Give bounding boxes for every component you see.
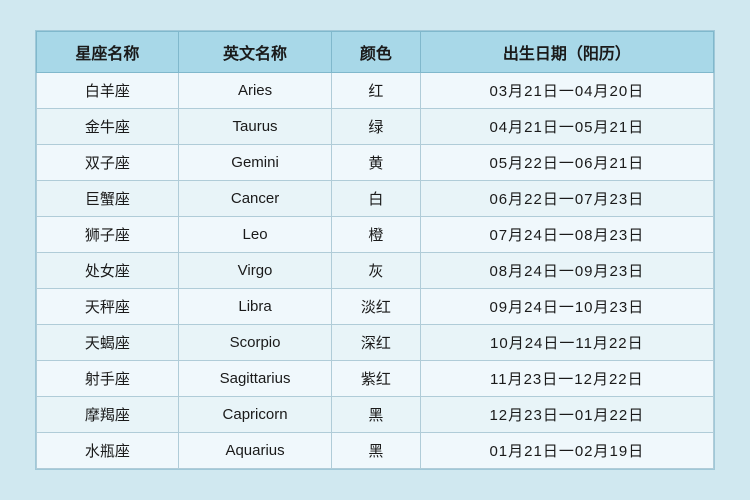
- table-header-row: 星座名称 英文名称 颜色 出生日期（阳历）: [37, 32, 714, 73]
- table-row: 摩羯座Capricorn黑12月23日一01月22日: [37, 397, 714, 433]
- cell-chinese-name: 天秤座: [37, 289, 179, 325]
- cell-chinese-name: 狮子座: [37, 217, 179, 253]
- cell-english-name: Aquarius: [178, 433, 331, 469]
- cell-chinese-name: 摩羯座: [37, 397, 179, 433]
- zodiac-table: 星座名称 英文名称 颜色 出生日期（阳历） 白羊座Aries红03月21日一04…: [36, 31, 714, 469]
- cell-date: 03月21日一04月20日: [420, 73, 713, 109]
- header-date: 出生日期（阳历）: [420, 32, 713, 73]
- cell-color: 紫红: [332, 361, 420, 397]
- cell-chinese-name: 处女座: [37, 253, 179, 289]
- cell-date: 01月21日一02月19日: [420, 433, 713, 469]
- header-chinese-name: 星座名称: [37, 32, 179, 73]
- zodiac-table-container: 星座名称 英文名称 颜色 出生日期（阳历） 白羊座Aries红03月21日一04…: [35, 30, 715, 470]
- table-body: 白羊座Aries红03月21日一04月20日金牛座Taurus绿04月21日一0…: [37, 73, 714, 469]
- table-row: 白羊座Aries红03月21日一04月20日: [37, 73, 714, 109]
- table-row: 狮子座Leo橙07月24日一08月23日: [37, 217, 714, 253]
- cell-english-name: Libra: [178, 289, 331, 325]
- table-row: 射手座Sagittarius紫红11月23日一12月22日: [37, 361, 714, 397]
- cell-chinese-name: 射手座: [37, 361, 179, 397]
- table-row: 金牛座Taurus绿04月21日一05月21日: [37, 109, 714, 145]
- cell-date: 07月24日一08月23日: [420, 217, 713, 253]
- cell-english-name: Leo: [178, 217, 331, 253]
- cell-color: 灰: [332, 253, 420, 289]
- cell-chinese-name: 天蝎座: [37, 325, 179, 361]
- cell-date: 10月24日一11月22日: [420, 325, 713, 361]
- cell-date: 06月22日一07月23日: [420, 181, 713, 217]
- table-row: 水瓶座Aquarius黑01月21日一02月19日: [37, 433, 714, 469]
- header-english-name: 英文名称: [178, 32, 331, 73]
- cell-english-name: Capricorn: [178, 397, 331, 433]
- cell-color: 红: [332, 73, 420, 109]
- cell-date: 05月22日一06月21日: [420, 145, 713, 181]
- cell-date: 12月23日一01月22日: [420, 397, 713, 433]
- table-row: 天秤座Libra淡红09月24日一10月23日: [37, 289, 714, 325]
- table-row: 天蝎座Scorpio深红10月24日一11月22日: [37, 325, 714, 361]
- cell-english-name: Cancer: [178, 181, 331, 217]
- cell-color: 淡红: [332, 289, 420, 325]
- cell-english-name: Scorpio: [178, 325, 331, 361]
- cell-english-name: Virgo: [178, 253, 331, 289]
- cell-chinese-name: 白羊座: [37, 73, 179, 109]
- table-row: 巨蟹座Cancer白06月22日一07月23日: [37, 181, 714, 217]
- cell-english-name: Taurus: [178, 109, 331, 145]
- cell-color: 橙: [332, 217, 420, 253]
- cell-chinese-name: 水瓶座: [37, 433, 179, 469]
- cell-date: 08月24日一09月23日: [420, 253, 713, 289]
- table-row: 处女座Virgo灰08月24日一09月23日: [37, 253, 714, 289]
- cell-date: 11月23日一12月22日: [420, 361, 713, 397]
- cell-english-name: Sagittarius: [178, 361, 331, 397]
- cell-color: 深红: [332, 325, 420, 361]
- cell-color: 黑: [332, 433, 420, 469]
- cell-chinese-name: 双子座: [37, 145, 179, 181]
- cell-english-name: Aries: [178, 73, 331, 109]
- cell-english-name: Gemini: [178, 145, 331, 181]
- cell-date: 04月21日一05月21日: [420, 109, 713, 145]
- table-row: 双子座Gemini黄05月22日一06月21日: [37, 145, 714, 181]
- cell-chinese-name: 巨蟹座: [37, 181, 179, 217]
- header-color: 颜色: [332, 32, 420, 73]
- cell-color: 白: [332, 181, 420, 217]
- cell-color: 黄: [332, 145, 420, 181]
- cell-color: 绿: [332, 109, 420, 145]
- cell-chinese-name: 金牛座: [37, 109, 179, 145]
- cell-color: 黑: [332, 397, 420, 433]
- cell-date: 09月24日一10月23日: [420, 289, 713, 325]
